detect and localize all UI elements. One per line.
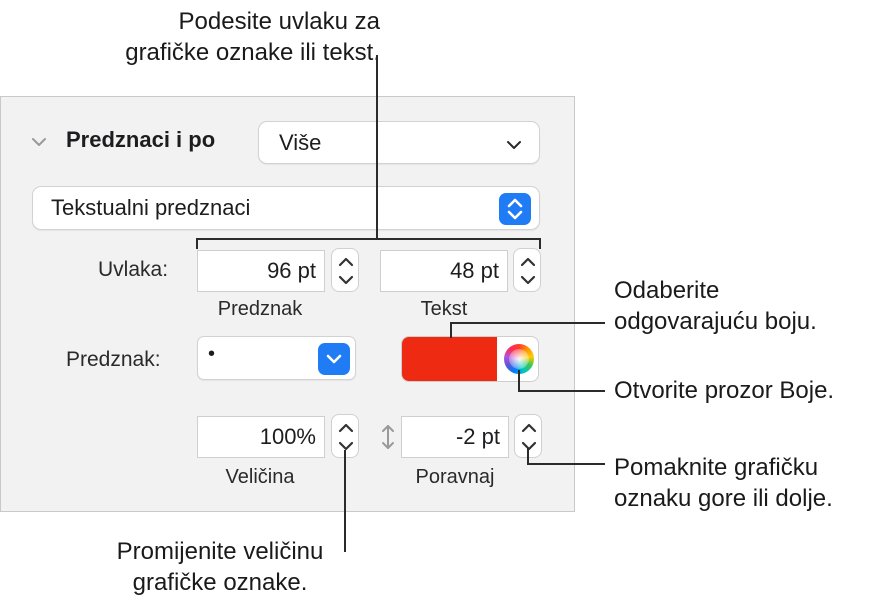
leader-line-size-vertical <box>344 450 346 552</box>
leader-line-indent-bracket <box>196 238 541 240</box>
leader-line-indent-left-tick <box>196 238 198 249</box>
chevron-down-icon <box>326 354 342 364</box>
stepper-arrows-icon <box>520 257 536 285</box>
list-style-popup[interactable]: Više <box>258 121 540 164</box>
text-indent-stepper[interactable] <box>513 248 541 292</box>
stepper-arrows-icon <box>338 423 354 451</box>
list-style-value: Više <box>279 130 322 155</box>
leader-line-indent-right-tick <box>539 238 541 249</box>
leader-line-wheel-vertical <box>518 370 520 391</box>
leader-line-align-horizontal <box>527 463 605 465</box>
text-indent-field[interactable]: 48 pt <box>380 250 508 292</box>
text-indent-sublabel: Tekst <box>420 298 468 320</box>
stepper-arrows-icon <box>521 423 537 451</box>
leader-line-color-horizontal <box>450 322 605 324</box>
callout-indent-line2: grafičke oznake ili tekst. <box>125 39 380 66</box>
chevron-down-icon <box>507 141 521 149</box>
indent-label: Uvlaka: <box>98 258 169 281</box>
bullet-indent-stepper[interactable] <box>331 248 359 292</box>
leader-line-color-vertical <box>450 322 452 338</box>
size-sublabel: Veličina <box>225 466 295 488</box>
popup-arrows-button <box>499 193 531 225</box>
callout-indent-line1: Podesite uvlaku za <box>178 8 380 35</box>
callout-size-line1: Promijenite veličinu <box>116 538 324 565</box>
bullet-char-popup[interactable]: • <box>197 336 356 380</box>
callout-align-line2: oznaku gore ili dolje. <box>614 485 833 512</box>
size-field[interactable]: 100% <box>197 416 325 458</box>
align-field[interactable]: -2 pt <box>401 416 509 458</box>
callout-align: Pomaknite grafičku oznaku gore ili dolje… <box>614 452 833 514</box>
callout-indent: Podesite uvlaku za grafičke oznake ili t… <box>60 6 380 68</box>
bullet-color-swatch[interactable] <box>402 337 497 381</box>
section-title: Predznaci i po <box>66 127 216 152</box>
callout-color-line2: odgovarajuću boju. <box>614 308 817 335</box>
leader-line-indent-vertical <box>376 55 378 239</box>
bullet-type-value: Tekstualni predznaci <box>51 195 251 220</box>
chevron-down-icon[interactable] <box>30 133 48 151</box>
callout-align-line1: Pomaknite grafičku <box>614 454 819 481</box>
callout-size: Promijenite veličinu grafičke oznake. <box>80 536 360 598</box>
bullet-type-popup[interactable]: Tekstualni predznaci <box>32 186 540 230</box>
bullet-indent-field[interactable]: 96 pt <box>197 250 325 292</box>
bullet-char-button <box>318 343 350 375</box>
up-down-arrows-icon <box>507 198 523 220</box>
callout-size-line2: grafičke oznake. <box>132 569 308 596</box>
align-sublabel: Poravnaj <box>415 466 495 488</box>
callout-color-line1: Odaberite <box>614 277 720 304</box>
leader-line-wheel-horizontal <box>518 390 605 392</box>
bullet-indent-sublabel: Predznak <box>217 298 303 320</box>
callout-color: Odaberite odgovarajuću boju. <box>614 275 817 337</box>
bullet-char-value: • <box>208 343 216 365</box>
callout-colors-window: Otvorite prozor Boje. <box>614 377 835 404</box>
stepper-arrows-icon <box>338 257 354 285</box>
vertical-arrows-icon <box>382 425 394 449</box>
bullet-label: Predznak: <box>66 348 161 371</box>
